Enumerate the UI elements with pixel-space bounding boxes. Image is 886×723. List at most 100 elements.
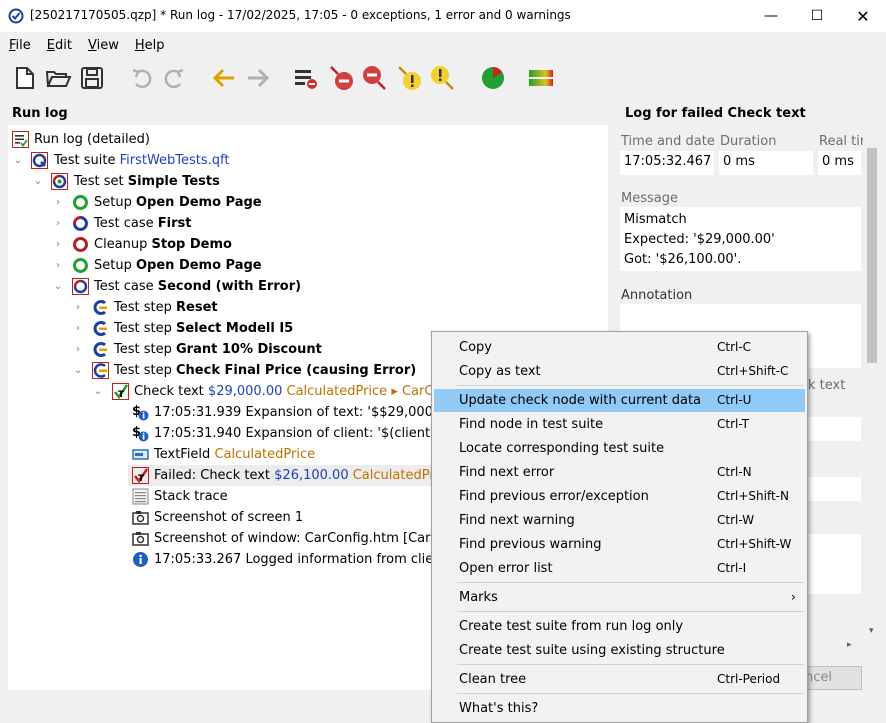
bar-chart-icon[interactable] — [527, 64, 555, 92]
submenu-arrow-icon: › — [791, 590, 796, 604]
partial-field[interactable] — [808, 534, 861, 594]
tree-label: Failed: Check text $26,100.00 Calculated… — [154, 468, 454, 483]
partial-field[interactable] — [808, 417, 861, 441]
test-step-icon — [93, 342, 107, 357]
tree-node-test-case[interactable]: › Test case First — [8, 213, 608, 234]
tree-node-test-step[interactable]: › Test step Reset — [8, 297, 608, 318]
menu-clean-tree[interactable]: Clean tree Ctrl-Period — [434, 668, 805, 691]
menu-whats-this[interactable]: What's this? — [434, 697, 805, 720]
menu-file[interactable]: File — [0, 34, 38, 58]
collapse-errors-icon[interactable] — [292, 64, 320, 92]
redo-icon[interactable] — [160, 64, 188, 92]
maximize-button[interactable]: ☐ — [794, 0, 840, 32]
next-warning-icon[interactable] — [428, 64, 456, 92]
chevron-right-icon[interactable]: › — [52, 213, 64, 234]
undo-icon[interactable] — [128, 64, 156, 92]
menu-create-suite-existing[interactable]: Create test suite using existing structu… — [434, 639, 805, 662]
menu-find-previous-warning[interactable]: Find previous warning Ctrl+Shift-W — [434, 533, 805, 556]
tree-label: TextField CalculatedPrice — [154, 447, 316, 462]
test-step-error-icon — [92, 362, 109, 379]
menu-bar: File Edit View Help — [0, 34, 886, 58]
toolbar — [0, 60, 886, 98]
open-folder-icon[interactable] — [44, 64, 72, 92]
menu-find-previous-error[interactable]: Find previous error/exception Ctrl+Shift-… — [434, 485, 805, 508]
tree-label: 17:05:31.939 Expansion of text: '$$29,00… — [154, 405, 458, 420]
chevron-right-icon[interactable]: › — [72, 339, 84, 360]
app-logo-icon — [8, 8, 24, 24]
tree-label: Test step Grant 10% Discount — [114, 342, 322, 357]
tree-node-setup[interactable]: › Setup Open Demo Page — [8, 192, 608, 213]
tree-label: Setup Open Demo Page — [94, 195, 262, 210]
tree-label: Test step Reset — [114, 300, 218, 315]
back-arrow-icon[interactable] — [210, 64, 238, 92]
chevron-down-icon[interactable]: ⌄ — [32, 171, 44, 192]
menu-open-error-list[interactable]: Open error list Ctrl-I — [434, 557, 805, 580]
chevron-right-icon[interactable]: › — [72, 297, 84, 318]
run-log-title: Run log — [12, 106, 68, 121]
menu-separator — [457, 664, 804, 665]
realtime-field[interactable]: 0 ms — [818, 151, 861, 175]
chevron-down-icon[interactable]: ⌄ — [52, 276, 64, 297]
message-label: Message — [621, 191, 678, 206]
tree-node-run-log[interactable]: Run log (detailed) — [8, 129, 608, 150]
camera-icon — [132, 532, 149, 546]
context-menu: Copy Ctrl-C Copy as text Ctrl+Shift-C Upda… — [431, 331, 808, 723]
partial-field[interactable] — [808, 477, 861, 501]
chevron-down-icon[interactable]: ⌄ — [12, 150, 24, 171]
svg-text:T: T — [118, 390, 125, 400]
prev-error-icon[interactable] — [328, 64, 356, 92]
time-field[interactable]: 17:05:32.467 — [620, 151, 714, 175]
tree-label: 17:05:31.940 Expansion of client: '$(cli… — [154, 426, 454, 441]
tree-label: Screenshot of window: CarConfig.htm [Car… — [154, 531, 456, 546]
message-line: Got: '$26,100.00'. — [624, 252, 742, 267]
setup-icon — [73, 195, 88, 210]
menu-view[interactable]: View — [79, 34, 126, 58]
chevron-right-icon[interactable]: › — [52, 234, 64, 255]
tree-label: Test case Second (with Error) — [94, 279, 302, 294]
menu-copy[interactable]: Copy Ctrl-C — [434, 336, 805, 359]
dollar-info-icon: $ — [132, 404, 149, 421]
tree-node-cleanup[interactable]: › Cleanup Stop Demo — [8, 234, 608, 255]
new-file-icon[interactable] — [11, 64, 39, 92]
menu-find-node[interactable]: Find node in test suite Ctrl-T — [434, 413, 805, 436]
message-field[interactable]: Mismatch Expected: '$29,000.00' Got: '$2… — [620, 207, 861, 271]
duration-label: Duration — [720, 134, 777, 149]
menu-copy-as-text[interactable]: Copy as text Ctrl+Shift-C — [434, 360, 805, 383]
next-error-icon[interactable] — [360, 64, 388, 92]
info-icon — [133, 552, 148, 567]
chevron-down-icon[interactable]: ⌄ — [72, 360, 84, 381]
realtime-label: Real tim — [819, 134, 863, 149]
dollar-info-icon: $ — [132, 425, 149, 442]
scroll-down-icon[interactable]: ▾ — [869, 626, 874, 636]
scroll-right-icon[interactable]: ▸ — [847, 640, 852, 650]
cleanup-icon — [73, 237, 88, 252]
setup-icon — [73, 258, 88, 273]
menu-locate-test-suite[interactable]: Locate corresponding test suite — [434, 437, 805, 460]
menu-edit[interactable]: Edit — [38, 34, 79, 58]
chevron-right-icon[interactable]: › — [72, 318, 84, 339]
chevron-right-icon[interactable]: › — [52, 192, 64, 213]
duration-field[interactable]: 0 ms — [719, 151, 813, 175]
forward-arrow-icon[interactable] — [244, 64, 272, 92]
tree-node-test-set[interactable]: ⌄ Test set Simple Tests — [8, 171, 608, 192]
chevron-right-icon[interactable]: › — [52, 255, 64, 276]
menu-create-suite-from-log[interactable]: Create test suite from run log only — [434, 615, 805, 638]
menu-marks[interactable]: Marks › — [434, 586, 805, 609]
pie-chart-icon[interactable] — [479, 64, 507, 92]
menu-help[interactable]: Help — [126, 34, 172, 58]
menu-find-next-warning[interactable]: Find next warning Ctrl-W — [434, 509, 805, 532]
chevron-down-icon[interactable]: ⌄ — [92, 381, 104, 402]
tree-node-setup[interactable]: › Setup Open Demo Page — [8, 255, 608, 276]
test-set-icon — [51, 173, 68, 190]
tree-node-test-case[interactable]: ⌄ Test case Second (with Error) — [8, 276, 608, 297]
save-icon[interactable] — [78, 64, 106, 92]
menu-find-next-error[interactable]: Find next error Ctrl-N — [434, 461, 805, 484]
tree-node-test-suite[interactable]: ⌄ Test suite FirstWebTests.qft — [8, 150, 608, 171]
menu-update-check-node[interactable]: Update check node with current data Ctrl-… — [434, 389, 805, 412]
tree-label: Stack trace — [154, 489, 228, 504]
tree-label: Test step Check Final Price (causing Err… — [114, 363, 417, 378]
close-button[interactable]: ✕ — [840, 0, 886, 32]
minimize-button[interactable]: — — [748, 0, 794, 32]
scrollbar-thumb[interactable] — [867, 148, 877, 363]
prev-warning-icon[interactable] — [396, 64, 424, 92]
